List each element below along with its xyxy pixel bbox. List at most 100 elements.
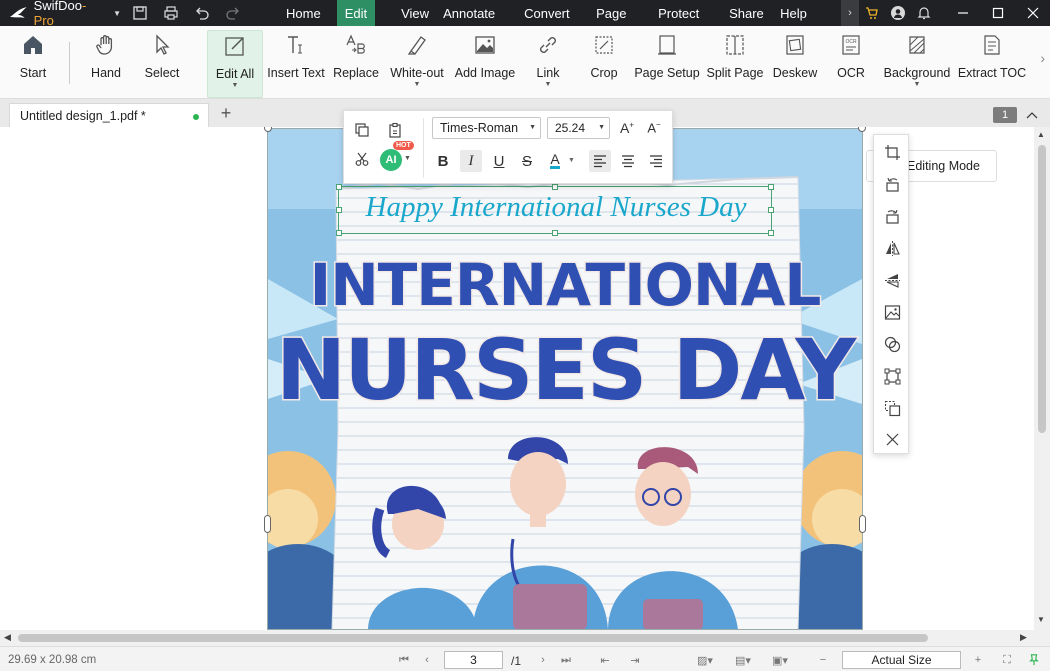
- bold-button[interactable]: B: [432, 150, 454, 172]
- menu-protect[interactable]: Protect: [653, 0, 721, 26]
- menu-scroll-right-button[interactable]: ›: [841, 0, 859, 26]
- flip-vertical-button[interactable]: [881, 269, 903, 291]
- menu-edit[interactable]: Edit: [336, 0, 376, 26]
- previous-page-button[interactable]: ‹: [419, 652, 435, 668]
- chevron-down-icon[interactable]: ▼: [404, 155, 411, 162]
- background-view-button[interactable]: ▨▾: [693, 652, 717, 668]
- strikethrough-button[interactable]: S: [516, 150, 538, 172]
- text-box-handle[interactable]: [768, 230, 774, 236]
- menu-page[interactable]: Page: [592, 0, 653, 26]
- link-button[interactable]: Link ▼: [533, 30, 563, 98]
- page-resize-handle-right[interactable]: [859, 515, 866, 533]
- scroll-down-icon[interactable]: ▼: [1037, 615, 1045, 624]
- go-back-button[interactable]: ⇤: [597, 652, 613, 668]
- ribbon-scroll-right-button[interactable]: ›: [1040, 50, 1045, 66]
- page-setup-button[interactable]: Page Setup: [634, 30, 700, 98]
- zoom-select[interactable]: Actual Size: [842, 651, 961, 669]
- account-button[interactable]: [885, 0, 911, 26]
- cart-button[interactable]: [859, 0, 885, 26]
- undo-button[interactable]: [189, 0, 214, 26]
- select-button[interactable]: Select: [143, 30, 181, 98]
- menu-share[interactable]: Share: [721, 0, 779, 26]
- document-tab[interactable]: Untitled design_1.pdf *: [9, 103, 209, 127]
- copy-button[interactable]: [351, 119, 373, 141]
- pin-button[interactable]: [1026, 652, 1042, 668]
- collapse-ribbon-button[interactable]: [1026, 108, 1038, 122]
- resize-button[interactable]: [881, 365, 903, 387]
- extract-image-button[interactable]: [881, 397, 903, 419]
- rotate-right-button[interactable]: [881, 205, 903, 227]
- menu-home[interactable]: Home: [270, 0, 337, 26]
- text-box-handle[interactable]: [336, 184, 342, 190]
- zoom-out-button[interactable]: −: [815, 652, 831, 668]
- font-family-select[interactable]: Times-Roman ▼: [432, 117, 541, 139]
- white-out-button[interactable]: White-out ▼: [388, 30, 446, 98]
- redo-button[interactable]: [220, 0, 245, 26]
- text-box-handle[interactable]: [336, 207, 342, 213]
- new-tab-button[interactable]: +: [218, 103, 234, 123]
- ocr-button[interactable]: OCR OCR: [836, 30, 866, 98]
- paste-button[interactable]: [384, 119, 406, 141]
- chevron-down-icon[interactable]: ▼: [113, 9, 121, 18]
- scroll-left-icon[interactable]: ◀: [4, 632, 11, 643]
- flip-horizontal-button[interactable]: [881, 237, 903, 259]
- page-display-button[interactable]: ▣▾: [768, 652, 792, 668]
- text-box-handle[interactable]: [336, 230, 342, 236]
- chevron-down-icon[interactable]: ▼: [568, 157, 575, 164]
- selected-text-content[interactable]: Happy International Nurses Day: [339, 191, 773, 224]
- current-page-input[interactable]: 3: [444, 651, 503, 669]
- next-page-button[interactable]: ›: [535, 652, 551, 668]
- split-page-button[interactable]: Split Page: [707, 30, 764, 98]
- cut-button[interactable]: [351, 148, 373, 170]
- shape-button[interactable]: [881, 333, 903, 355]
- align-center-button[interactable]: [617, 150, 639, 172]
- italic-button[interactable]: I: [460, 150, 482, 172]
- close-button[interactable]: [1015, 0, 1050, 26]
- notifications-button[interactable]: [911, 0, 937, 26]
- text-box-handle[interactable]: [768, 184, 774, 190]
- ai-assistant-button[interactable]: AI: [380, 149, 402, 171]
- text-color-button[interactable]: A: [544, 149, 566, 171]
- increase-font-size-button[interactable]: A+: [616, 117, 638, 139]
- zoom-in-button[interactable]: +: [970, 652, 986, 668]
- deskew-button[interactable]: Deskew: [773, 30, 817, 98]
- decrease-font-size-button[interactable]: A−: [643, 117, 665, 139]
- page-layout-button[interactable]: ▤▾: [731, 652, 755, 668]
- vertical-scrollbar[interactable]: ▲ ▼: [1034, 127, 1050, 630]
- menu-view[interactable]: View: [375, 0, 443, 26]
- menu-convert[interactable]: Convert: [521, 0, 592, 26]
- edit-all-button[interactable]: Edit All ▼: [207, 30, 263, 98]
- crop-button[interactable]: Crop: [588, 30, 620, 98]
- save-button[interactable]: [127, 0, 152, 26]
- fit-screen-button[interactable]: ⛶: [999, 652, 1015, 668]
- replace-image-button[interactable]: [881, 301, 903, 323]
- maximize-button[interactable]: [980, 0, 1015, 26]
- add-image-button[interactable]: Add Image: [455, 30, 515, 98]
- text-box-handle[interactable]: [552, 230, 558, 236]
- minimize-button[interactable]: [945, 0, 980, 26]
- replace-button[interactable]: Replace: [333, 30, 379, 98]
- hand-button[interactable]: Hand: [88, 30, 124, 98]
- horizontal-scrollbar[interactable]: ◀ ▶: [0, 630, 1034, 646]
- page-resize-handle-tr[interactable]: [858, 127, 866, 132]
- extract-toc-button[interactable]: Extract TOC: [958, 30, 1026, 98]
- crop-image-button[interactable]: [881, 141, 903, 163]
- first-page-button[interactable]: ⏮: [396, 652, 412, 668]
- selected-text-box[interactable]: Happy International Nurses Day: [336, 184, 774, 236]
- scroll-up-icon[interactable]: ▲: [1037, 130, 1045, 139]
- font-size-select[interactable]: 25.24 ▼: [547, 117, 610, 139]
- horizontal-scroll-thumb[interactable]: [18, 634, 928, 642]
- last-page-button[interactable]: ⏭: [558, 652, 574, 668]
- go-forward-button[interactable]: ⇥: [627, 652, 643, 668]
- align-right-button[interactable]: [645, 150, 667, 172]
- app-logo[interactable]: SwifDoo-Pro ▼: [9, 0, 121, 28]
- close-toolbar-button[interactable]: [881, 428, 903, 450]
- rotate-left-button[interactable]: [881, 173, 903, 195]
- scroll-right-icon[interactable]: ▶: [1020, 632, 1027, 643]
- align-left-button[interactable]: [589, 150, 611, 172]
- underline-button[interactable]: U: [488, 150, 510, 172]
- background-button[interactable]: Background ▼: [884, 30, 950, 98]
- menu-help[interactable]: Help: [779, 0, 829, 26]
- menu-annotate[interactable]: Annotate: [443, 0, 521, 26]
- text-box-handle[interactable]: [768, 207, 774, 213]
